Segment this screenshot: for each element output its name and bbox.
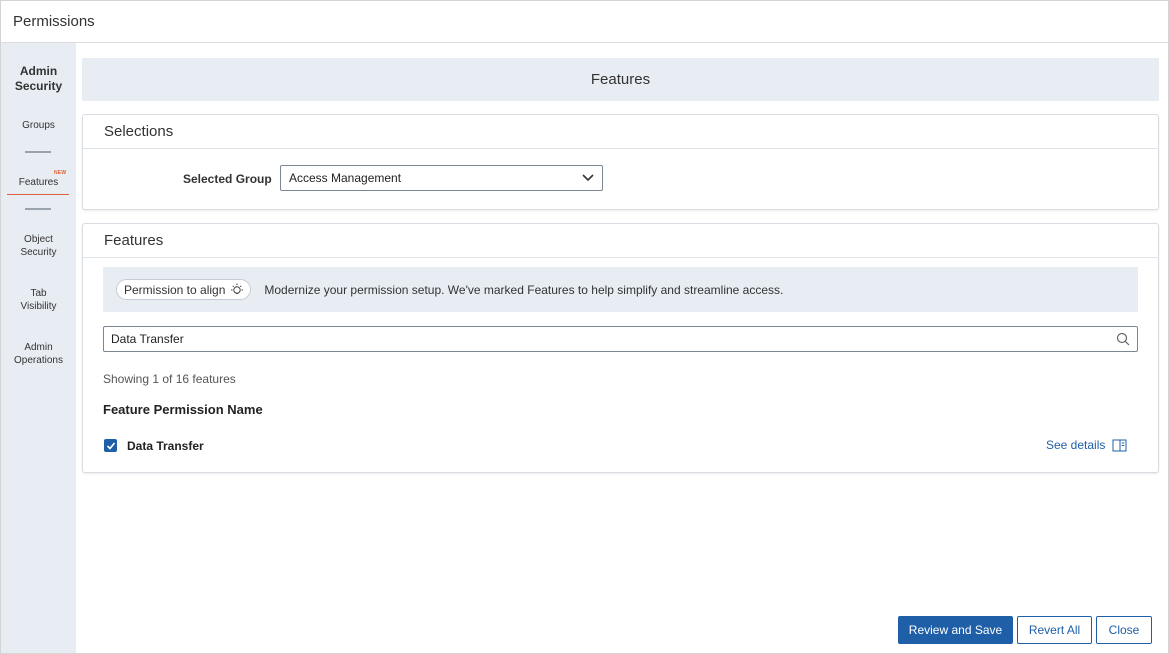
search-input[interactable] xyxy=(111,332,1091,346)
selections-card: Selections Selected Group Access Managem… xyxy=(82,114,1159,210)
search-icon[interactable] xyxy=(1116,332,1130,346)
sidebar-item-tab-visibility[interactable]: Tab Visibility xyxy=(1,287,76,313)
sidebar-item-label: Tab Visibility xyxy=(20,288,57,312)
main-content: Features Selections Selected Group Acces… xyxy=(82,58,1159,473)
page-title: Features xyxy=(82,58,1159,101)
results-count: Showing 1 of 16 features xyxy=(103,372,236,386)
sidebar-item-label: Object Security xyxy=(20,234,57,258)
lightbulb-icon xyxy=(231,283,244,294)
sidebar-heading: Admin Security xyxy=(14,64,63,93)
sidebar-item-label: Groups xyxy=(22,120,55,131)
new-badge: NEW xyxy=(54,170,67,176)
sidebar-item-label: Features xyxy=(18,177,59,188)
feature-permission-name-header: Feature Permission Name xyxy=(103,402,263,417)
sidebar-item-admin-operations[interactable]: Admin Operations xyxy=(1,341,76,367)
sidebar-item-label: Admin Operations xyxy=(14,342,63,366)
sidebar-item-features[interactable]: Features xyxy=(1,176,76,189)
see-details-link[interactable]: See details xyxy=(1046,438,1127,452)
selected-group-label: Selected Group xyxy=(183,172,272,186)
sidebar-divider xyxy=(25,208,51,210)
window-title: Permissions xyxy=(1,1,1168,43)
data-transfer-checkbox[interactable] xyxy=(104,439,117,452)
checkmark-icon xyxy=(106,441,115,450)
revert-all-button[interactable]: Revert All xyxy=(1017,616,1092,644)
chevron-down-icon xyxy=(582,174,594,182)
selections-heading: Selections xyxy=(83,115,1158,149)
panel-icon xyxy=(1112,439,1127,451)
sidebar-divider xyxy=(25,151,51,153)
see-details-label: See details xyxy=(1046,438,1106,452)
features-card: Features Permission to align Modernize y… xyxy=(82,223,1159,473)
sidebar-item-groups[interactable]: Groups xyxy=(1,119,76,132)
active-indicator xyxy=(7,194,69,195)
selected-group-dropdown[interactable]: Access Management xyxy=(280,165,603,191)
permission-align-pill[interactable]: Permission to align xyxy=(116,279,252,300)
sidebar-item-object-security[interactable]: Object Security xyxy=(1,233,76,259)
selected-group-value: Access Management xyxy=(289,171,402,185)
feature-row-label: Data Transfer xyxy=(127,439,204,453)
permissions-window: Permissions Admin Security Groups Featur… xyxy=(0,0,1169,654)
pill-label: Permission to align xyxy=(124,282,226,297)
info-banner: Permission to align Modernize your permi… xyxy=(103,267,1138,312)
close-button[interactable]: Close xyxy=(1096,616,1152,644)
review-and-save-button[interactable]: Review and Save xyxy=(898,616,1013,644)
features-heading: Features xyxy=(83,224,1158,258)
sidebar: Admin Security Groups Features NEW Objec… xyxy=(1,43,76,653)
info-text: Modernize your permission setup. We've m… xyxy=(264,282,784,297)
feature-search xyxy=(103,326,1138,352)
